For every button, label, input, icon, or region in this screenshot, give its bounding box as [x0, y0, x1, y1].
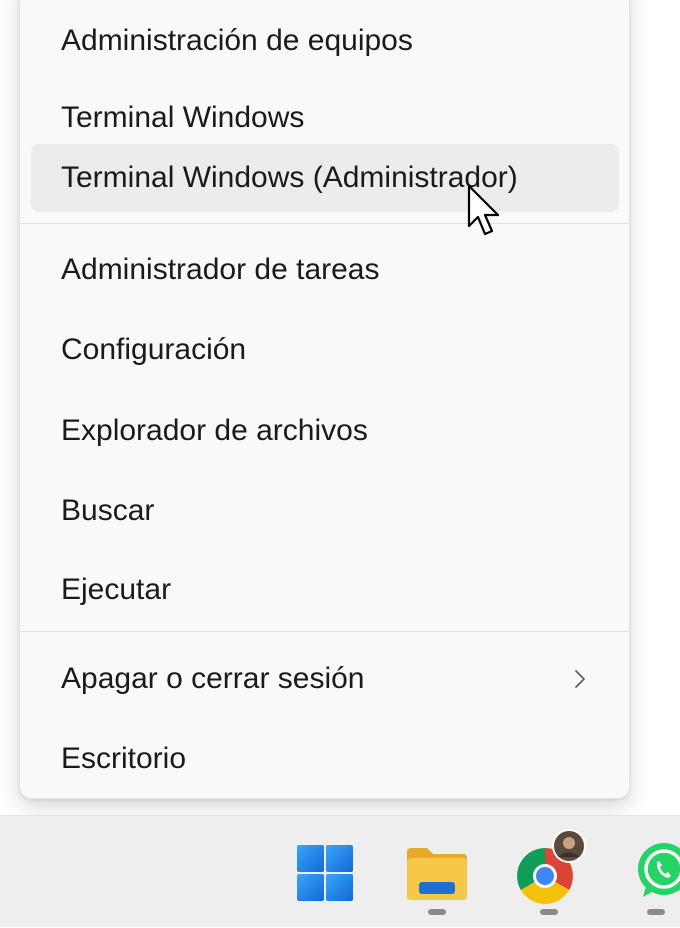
menu-item-administrador-de-tareas[interactable]: Administrador de tareas [31, 236, 619, 304]
taskbar [0, 815, 680, 927]
file-explorer-icon [407, 848, 467, 900]
menu-item-apagar-o-cerrar-sesion[interactable]: Apagar o cerrar sesión [31, 645, 619, 713]
whatsapp-icon [638, 843, 680, 897]
running-indicator [540, 909, 558, 915]
windows-start-icon [297, 845, 353, 901]
menu-item-label: Buscar [61, 494, 155, 527]
menu-separator [20, 631, 629, 632]
running-indicator [647, 909, 665, 915]
menu-item-ejecutar[interactable]: Ejecutar [31, 556, 619, 624]
whatsapp-button[interactable] [608, 816, 680, 928]
menu-item-terminal-windows-admin[interactable]: Terminal Windows (Administrador) [31, 144, 619, 212]
menu-item-label: Ejecutar [61, 573, 172, 606]
menu-item-label: Administración de equipos [61, 24, 413, 57]
chrome-button[interactable] [501, 816, 597, 928]
menu-item-label: Apagar o cerrar sesión [61, 662, 365, 695]
context-menu: Administración de equipos Terminal Windo… [19, 0, 630, 799]
menu-item-label: Terminal Windows (Administrador) [61, 161, 518, 194]
menu-separator [20, 223, 629, 224]
menu-item-terminal-windows[interactable]: Terminal Windows [31, 84, 619, 152]
menu-item-label: Escritorio [61, 742, 187, 775]
running-indicator [428, 909, 446, 915]
menu-item-label: Explorador de archivos [61, 414, 368, 447]
chevron-right-icon [575, 670, 585, 688]
chrome-icon [517, 829, 586, 904]
menu-item-label: Configuración [61, 333, 247, 366]
menu-item-configuracion[interactable]: Configuración [31, 316, 619, 384]
menu-item-label: Administrador de tareas [61, 253, 380, 286]
menu-item-buscar[interactable]: Buscar [31, 477, 619, 545]
menu-item-label: Terminal Windows [61, 101, 305, 134]
file-explorer-button[interactable] [389, 816, 485, 928]
start-button[interactable] [277, 816, 373, 928]
menu-item-explorador-de-archivos[interactable]: Explorador de archivos [31, 397, 619, 465]
menu-item-administracion-de-equipos[interactable]: Administración de equipos [31, 7, 619, 75]
menu-item-escritorio[interactable]: Escritorio [31, 725, 619, 793]
